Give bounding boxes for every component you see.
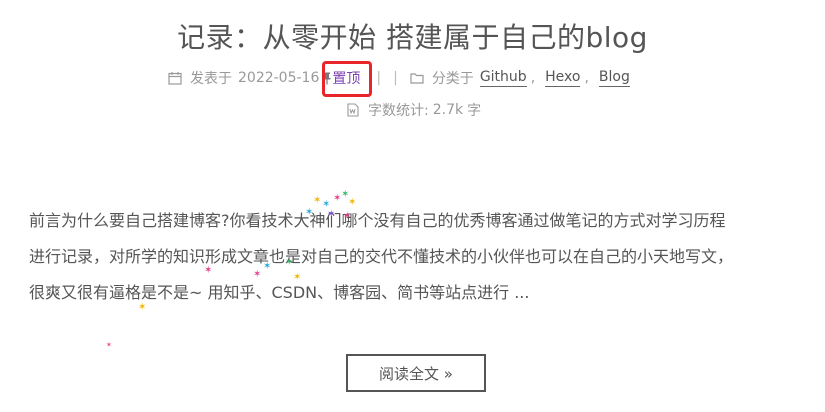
category-link-blog[interactable]: Blog [598, 69, 630, 87]
read-more-button[interactable]: 阅读全文 » [346, 354, 486, 392]
pinned-label[interactable]: 置顶 [332, 68, 360, 88]
wordcount-unit: 字 [467, 103, 482, 119]
category-link-hexo[interactable]: Hexo [545, 69, 581, 87]
excerpt-line: 很爽又很有逼格是不是~ 用知乎、CSDN、博客园、简书等站点进行 ... [29, 283, 530, 302]
excerpt-line: 前言为什么要自己搭建博客?你看技术大神们哪个没有自己的优秀博客通过做笔记的方式对… [29, 211, 726, 230]
category-link-github[interactable]: Github [479, 69, 527, 87]
calendar-icon [168, 72, 182, 85]
meta-separator: | [393, 70, 398, 86]
excerpt-line: 进行记录，对所学的知识形成文章也是对自己的交代不懂技术的小伙伴也可以在自己的小天… [29, 247, 734, 266]
sparkle-decoration: ✶ [106, 341, 112, 349]
posted-label: 发表于 [190, 71, 232, 87]
wordcount: 字数统计: 2.7k 字 [346, 100, 481, 120]
post-card: 记录：从零开始 搭建属于自己的blog 发表于 2022-05-16 置顶 | [0, 0, 825, 412]
category-label: 分类于 [431, 71, 474, 87]
sparkle-decoration: ✶ [341, 189, 350, 200]
pushpin-icon [323, 72, 332, 84]
category-comma: , [584, 70, 589, 86]
pinned-badge[interactable]: 置顶 [322, 68, 360, 88]
post-title[interactable]: 记录：从零开始 搭建属于自己的blog [0, 16, 825, 56]
post-excerpt: 前言为什么要自己搭建博客?你看技术大神们哪个没有自己的优秀博客通过做笔记的方式对… [29, 203, 809, 311]
wordcount-value: 2.7k [432, 102, 464, 118]
folder-icon [410, 73, 424, 84]
word-file-icon [347, 103, 359, 117]
wordcount-label: 字数统计: [368, 103, 429, 119]
category-comma: , [530, 70, 536, 86]
posted-date: 2022-05-16 [238, 70, 320, 86]
meta-separator: | [376, 70, 382, 86]
